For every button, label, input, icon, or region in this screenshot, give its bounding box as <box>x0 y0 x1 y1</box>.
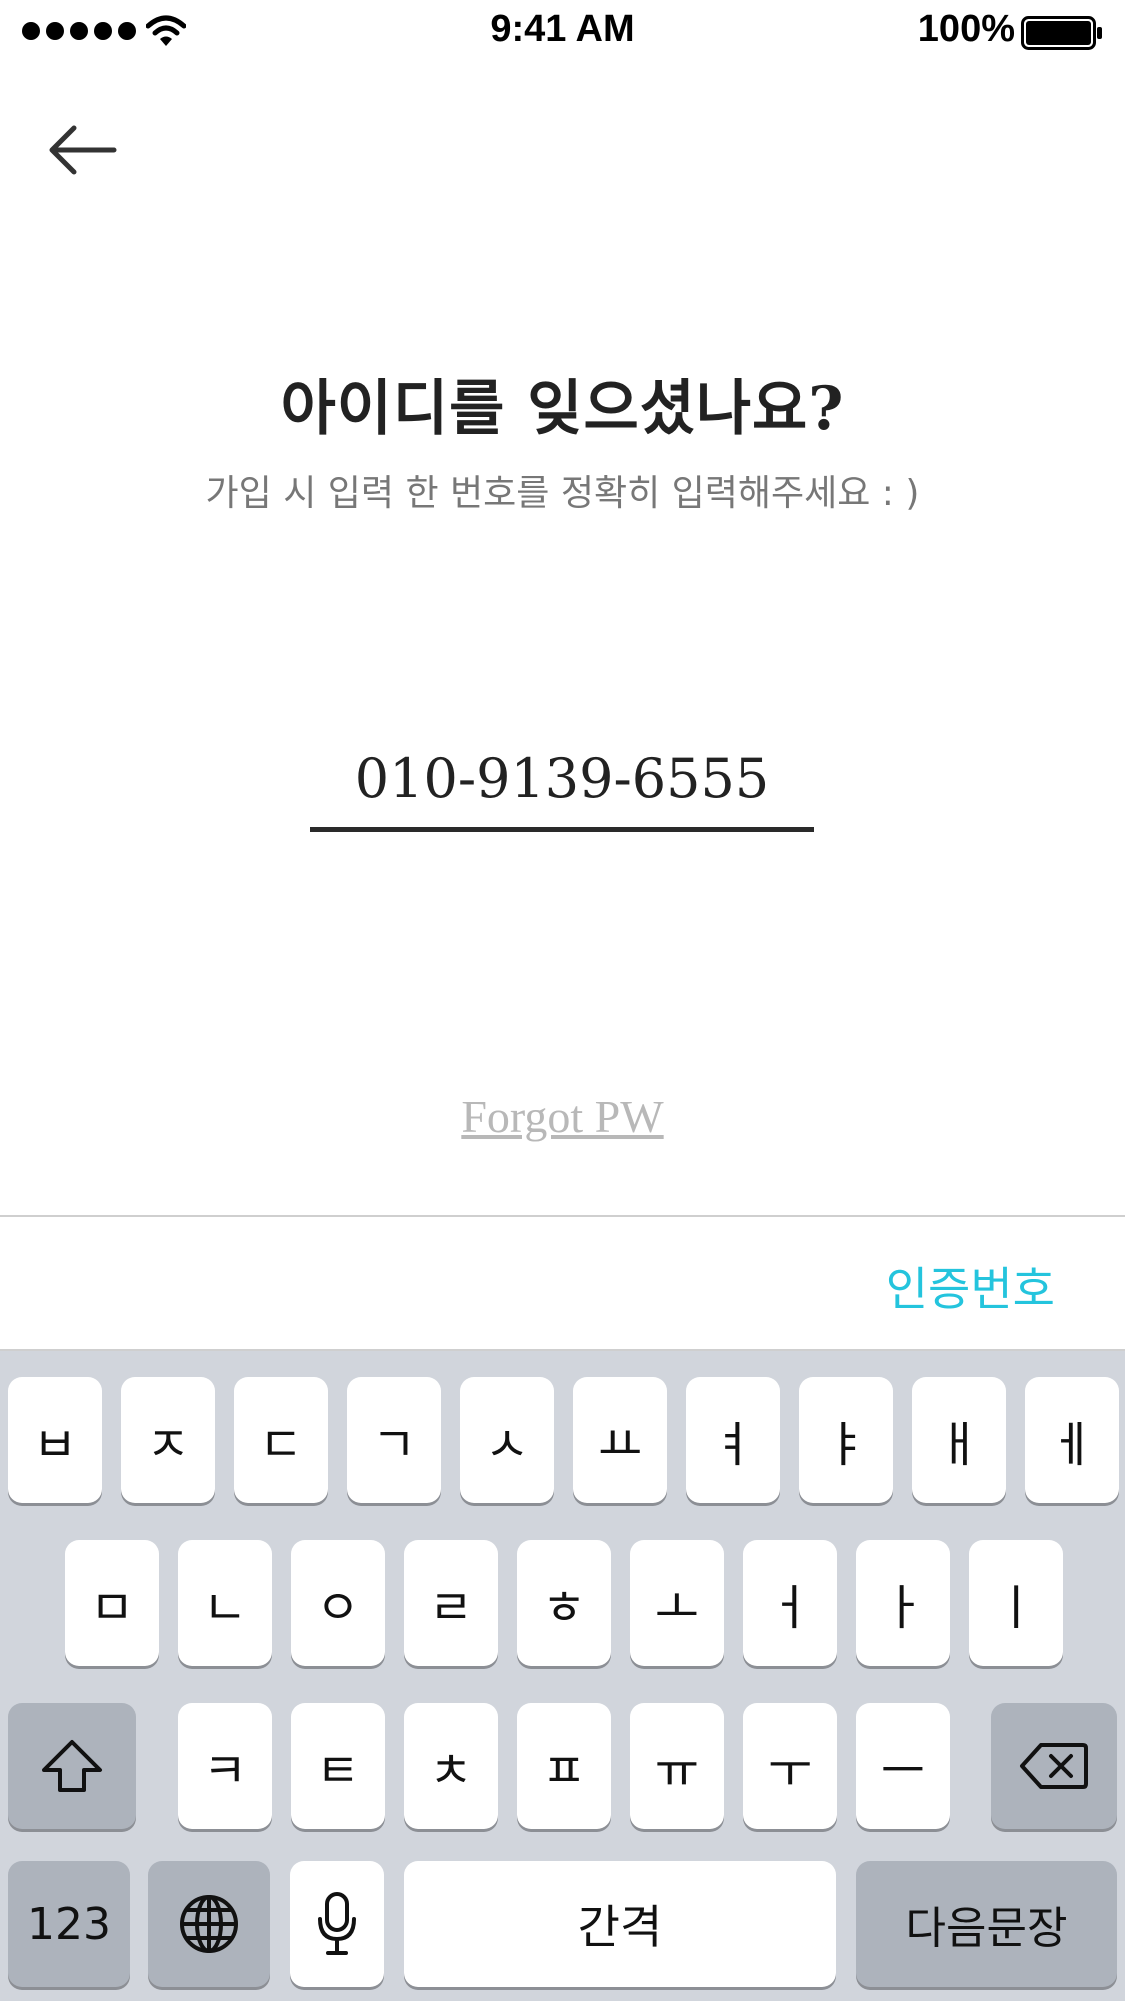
key[interactable]: ㄹ <box>404 1540 498 1666</box>
arrow-left-icon <box>49 125 117 175</box>
back-button[interactable] <box>44 118 120 182</box>
forgot-pw-link[interactable]: Forgot PW <box>0 1090 1125 1143</box>
key[interactable]: ㅌ <box>291 1703 385 1829</box>
key[interactable]: ㅐ <box>912 1377 1006 1503</box>
key[interactable]: ㅡ <box>856 1703 950 1829</box>
numbers-key[interactable]: 123 <box>8 1861 130 1987</box>
key[interactable]: ㅓ <box>743 1540 837 1666</box>
key[interactable]: ㅛ <box>573 1377 667 1503</box>
space-key[interactable]: 간격 <box>404 1861 836 1987</box>
battery-icon <box>1021 16 1102 50</box>
key[interactable]: ㅂ <box>8 1377 102 1503</box>
key[interactable]: ㅅ <box>460 1377 554 1503</box>
keyboard: ㅂ ㅈ ㄷ ㄱ ㅅ ㅛ ㅕ ㅑ ㅐ ㅔ ㅁ ㄴ ㅇ ㄹ ㅎ ㅗ ㅓ ㅏ ㅣ ㅋ … <box>0 1351 1125 2001</box>
key[interactable]: ㄱ <box>347 1377 441 1503</box>
key[interactable]: ㅜ <box>743 1703 837 1829</box>
keyboard-accessory-bar: 인증번호 <box>0 1215 1125 1351</box>
battery-percent: 100% <box>917 8 1015 50</box>
key[interactable]: ㅠ <box>630 1703 724 1829</box>
status-bar: 9:41 AM 100% <box>0 0 1125 64</box>
key[interactable]: ㄷ <box>234 1377 328 1503</box>
globe-key[interactable] <box>148 1861 270 1987</box>
globe-icon <box>180 1895 238 1953</box>
key[interactable]: ㅊ <box>404 1703 498 1829</box>
key[interactable]: ㅕ <box>686 1377 780 1503</box>
key[interactable]: ㅎ <box>517 1540 611 1666</box>
backspace-icon <box>1020 1743 1088 1789</box>
key[interactable]: ㅇ <box>291 1540 385 1666</box>
phone-number-input[interactable] <box>310 730 814 832</box>
key[interactable]: ㅏ <box>856 1540 950 1666</box>
shift-key[interactable] <box>8 1703 136 1829</box>
page-title: 아이디를 잊으셨나요? <box>280 374 845 444</box>
key[interactable]: ㅔ <box>1025 1377 1119 1503</box>
key[interactable]: ㅋ <box>178 1703 272 1829</box>
microphone-icon <box>318 1892 356 1955</box>
key[interactable]: ㅁ <box>65 1540 159 1666</box>
return-key[interactable]: 다음문장 <box>856 1861 1117 1987</box>
key[interactable]: ㅈ <box>121 1377 215 1503</box>
key[interactable]: ㅑ <box>799 1377 893 1503</box>
verification-code-button[interactable]: 인증번호 <box>886 1253 1055 1319</box>
key[interactable]: ㄴ <box>178 1540 272 1666</box>
page-subtitle: 가입 시 입력 한 번호를 정확히 입력해주세요 : ) <box>205 473 920 514</box>
key[interactable]: ㅣ <box>969 1540 1063 1666</box>
key[interactable]: ㅗ <box>630 1540 724 1666</box>
key[interactable]: ㅍ <box>517 1703 611 1829</box>
backspace-key[interactable] <box>991 1703 1117 1829</box>
microphone-key[interactable] <box>290 1861 384 1987</box>
shift-icon <box>42 1740 102 1792</box>
